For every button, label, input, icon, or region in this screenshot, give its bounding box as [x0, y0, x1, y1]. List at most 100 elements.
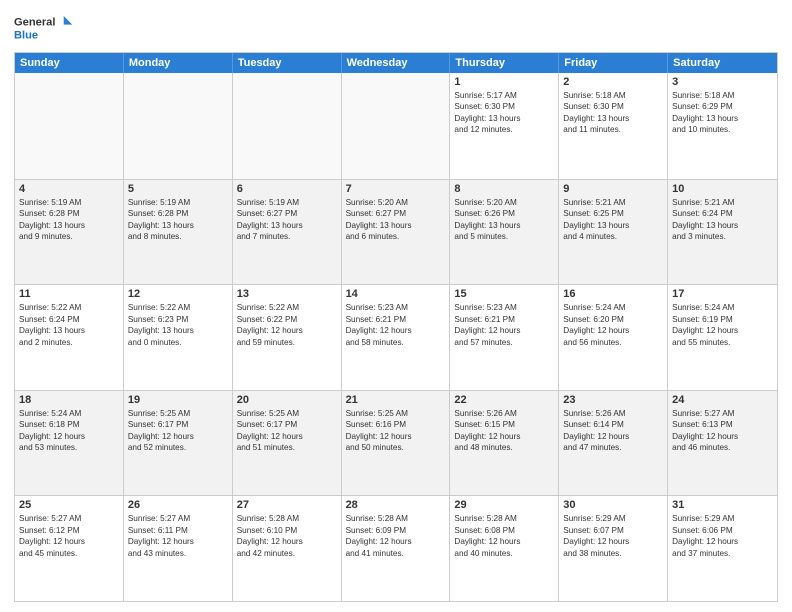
- day-number: 7: [346, 183, 446, 195]
- week-row-0: 1 Sunrise: 5:17 AMSunset: 6:30 PMDaylight…: [15, 73, 777, 179]
- cell-info: Sunrise: 5:21 AMSunset: 6:24 PMDaylight:…: [672, 197, 773, 243]
- day-number: 10: [672, 183, 773, 195]
- cell-info: Sunrise: 5:22 AMSunset: 6:22 PMDaylight:…: [237, 302, 337, 348]
- week-row-4: 25 Sunrise: 5:27 AMSunset: 6:12 PMDayligh…: [15, 495, 777, 601]
- cal-cell: 21 Sunrise: 5:25 AMSunset: 6:16 PMDayligh…: [342, 391, 451, 496]
- cal-cell: 8 Sunrise: 5:20 AMSunset: 6:26 PMDaylight…: [450, 180, 559, 285]
- cell-info: Sunrise: 5:22 AMSunset: 6:23 PMDaylight:…: [128, 302, 228, 348]
- cal-cell: 23Sunrise: 5:26 AMSunset: 6:14 PMDayligh…: [559, 391, 668, 496]
- cell-info: Sunrise: 5:20 AMSunset: 6:26 PMDaylight:…: [454, 197, 554, 243]
- cell-info: Sunrise: 5:18 AMSunset: 6:30 PMDaylight:…: [563, 90, 663, 136]
- cal-cell: 17Sunrise: 5:24 AMSunset: 6:19 PMDayligh…: [668, 285, 777, 390]
- cal-cell: 24 Sunrise: 5:27 AMSunset: 6:13 PMDayligh…: [668, 391, 777, 496]
- cell-info: Sunrise: 5:24 AMSunset: 6:18 PMDaylight:…: [19, 408, 119, 454]
- weekday-header-wednesday: Wednesday: [342, 53, 451, 73]
- cell-info: Sunrise: 5:28 AMSunset: 6:10 PMDaylight:…: [237, 513, 337, 559]
- weekday-header-thursday: Thursday: [450, 53, 559, 73]
- logo: General Blue: [14, 10, 74, 46]
- cal-cell: 16Sunrise: 5:24 AMSunset: 6:20 PMDayligh…: [559, 285, 668, 390]
- day-number: 23: [563, 394, 663, 406]
- cal-cell: 19 Sunrise: 5:25 AMSunset: 6:17 PMDayligh…: [124, 391, 233, 496]
- cell-info: Sunrise: 5:22 AMSunset: 6:24 PMDaylight:…: [19, 302, 119, 348]
- cal-cell: 5Sunrise: 5:19 AMSunset: 6:28 PMDaylight…: [124, 180, 233, 285]
- cal-cell: 14 Sunrise: 5:23 AMSunset: 6:21 PMDayligh…: [342, 285, 451, 390]
- day-number: 30: [563, 499, 663, 511]
- cal-cell: 31 Sunrise: 5:29 AMSunset: 6:06 PMDayligh…: [668, 496, 777, 601]
- weekday-header-saturday: Saturday: [668, 53, 777, 73]
- weekday-header-friday: Friday: [559, 53, 668, 73]
- cell-info: Sunrise: 5:25 AMSunset: 6:17 PMDaylight:…: [128, 408, 228, 454]
- cal-cell: [342, 73, 451, 179]
- cal-cell: 22 Sunrise: 5:26 AMSunset: 6:15 PMDayligh…: [450, 391, 559, 496]
- day-number: 11: [19, 288, 119, 300]
- cell-info: Sunrise: 5:27 AMSunset: 6:12 PMDaylight:…: [19, 513, 119, 559]
- cell-info: Sunrise: 5:17 AMSunset: 6:30 PMDaylight:…: [454, 90, 554, 136]
- cal-cell: 11 Sunrise: 5:22 AMSunset: 6:24 PMDayligh…: [15, 285, 124, 390]
- day-number: 14: [346, 288, 446, 300]
- day-number: 8: [454, 183, 554, 195]
- calendar: SundayMondayTuesdayWednesdayThursdayFrid…: [14, 52, 778, 602]
- cell-info: Sunrise: 5:26 AMSunset: 6:15 PMDaylight:…: [454, 408, 554, 454]
- cell-info: Sunrise: 5:18 AMSunset: 6:29 PMDaylight:…: [672, 90, 773, 136]
- day-number: 1: [454, 76, 554, 88]
- cell-info: Sunrise: 5:29 AMSunset: 6:07 PMDaylight:…: [563, 513, 663, 559]
- weekday-header-sunday: Sunday: [15, 53, 124, 73]
- day-number: 15: [454, 288, 554, 300]
- cell-info: Sunrise: 5:27 AMSunset: 6:11 PMDaylight:…: [128, 513, 228, 559]
- day-number: 9: [563, 183, 663, 195]
- cal-cell: [124, 73, 233, 179]
- cal-cell: 18 Sunrise: 5:24 AMSunset: 6:18 PMDayligh…: [15, 391, 124, 496]
- cell-info: Sunrise: 5:29 AMSunset: 6:06 PMDaylight:…: [672, 513, 773, 559]
- cal-cell: 9Sunrise: 5:21 AMSunset: 6:25 PMDaylight…: [559, 180, 668, 285]
- cal-cell: 25 Sunrise: 5:27 AMSunset: 6:12 PMDayligh…: [15, 496, 124, 601]
- page: General Blue SundayMondayTuesdayWednesda…: [0, 0, 792, 612]
- week-row-1: 4Sunrise: 5:19 AMSunset: 6:28 PMDaylight…: [15, 179, 777, 285]
- day-number: 25: [19, 499, 119, 511]
- cal-cell: 27 Sunrise: 5:28 AMSunset: 6:10 PMDayligh…: [233, 496, 342, 601]
- day-number: 24: [672, 394, 773, 406]
- weekday-header-tuesday: Tuesday: [233, 53, 342, 73]
- cal-cell: 10 Sunrise: 5:21 AMSunset: 6:24 PMDayligh…: [668, 180, 777, 285]
- day-number: 13: [237, 288, 337, 300]
- header: General Blue: [14, 10, 778, 46]
- cal-cell: 1 Sunrise: 5:17 AMSunset: 6:30 PMDaylight…: [450, 73, 559, 179]
- cell-info: Sunrise: 5:20 AMSunset: 6:27 PMDaylight:…: [346, 197, 446, 243]
- cal-cell: 15 Sunrise: 5:23 AMSunset: 6:21 PMDayligh…: [450, 285, 559, 390]
- cell-info: Sunrise: 5:25 AMSunset: 6:17 PMDaylight:…: [237, 408, 337, 454]
- day-number: 21: [346, 394, 446, 406]
- cell-info: Sunrise: 5:27 AMSunset: 6:13 PMDaylight:…: [672, 408, 773, 454]
- cal-cell: 4Sunrise: 5:19 AMSunset: 6:28 PMDaylight…: [15, 180, 124, 285]
- day-number: 2: [563, 76, 663, 88]
- cell-info: Sunrise: 5:23 AMSunset: 6:21 PMDaylight:…: [454, 302, 554, 348]
- cal-cell: 29Sunrise: 5:28 AMSunset: 6:08 PMDayligh…: [450, 496, 559, 601]
- cell-info: Sunrise: 5:19 AMSunset: 6:27 PMDaylight:…: [237, 197, 337, 243]
- week-row-2: 11 Sunrise: 5:22 AMSunset: 6:24 PMDayligh…: [15, 284, 777, 390]
- svg-text:General: General: [14, 16, 55, 28]
- calendar-header: SundayMondayTuesdayWednesdayThursdayFrid…: [15, 53, 777, 73]
- day-number: 18: [19, 394, 119, 406]
- day-number: 19: [128, 394, 228, 406]
- cell-info: Sunrise: 5:28 AMSunset: 6:09 PMDaylight:…: [346, 513, 446, 559]
- calendar-body: 1 Sunrise: 5:17 AMSunset: 6:30 PMDaylight…: [15, 73, 777, 601]
- day-number: 4: [19, 183, 119, 195]
- cell-info: Sunrise: 5:25 AMSunset: 6:16 PMDaylight:…: [346, 408, 446, 454]
- day-number: 3: [672, 76, 773, 88]
- day-number: 6: [237, 183, 337, 195]
- cell-info: Sunrise: 5:23 AMSunset: 6:21 PMDaylight:…: [346, 302, 446, 348]
- cell-info: Sunrise: 5:24 AMSunset: 6:20 PMDaylight:…: [563, 302, 663, 348]
- day-number: 28: [346, 499, 446, 511]
- cal-cell: 3 Sunrise: 5:18 AMSunset: 6:29 PMDaylight…: [668, 73, 777, 179]
- cal-cell: 20 Sunrise: 5:25 AMSunset: 6:17 PMDayligh…: [233, 391, 342, 496]
- svg-text:Blue: Blue: [14, 29, 38, 41]
- weekday-header-monday: Monday: [124, 53, 233, 73]
- cal-cell: [15, 73, 124, 179]
- day-number: 29: [454, 499, 554, 511]
- day-number: 31: [672, 499, 773, 511]
- day-number: 5: [128, 183, 228, 195]
- day-number: 22: [454, 394, 554, 406]
- day-number: 20: [237, 394, 337, 406]
- day-number: 27: [237, 499, 337, 511]
- cal-cell: 30 Sunrise: 5:29 AMSunset: 6:07 PMDayligh…: [559, 496, 668, 601]
- day-number: 17: [672, 288, 773, 300]
- cal-cell: 2 Sunrise: 5:18 AMSunset: 6:30 PMDaylight…: [559, 73, 668, 179]
